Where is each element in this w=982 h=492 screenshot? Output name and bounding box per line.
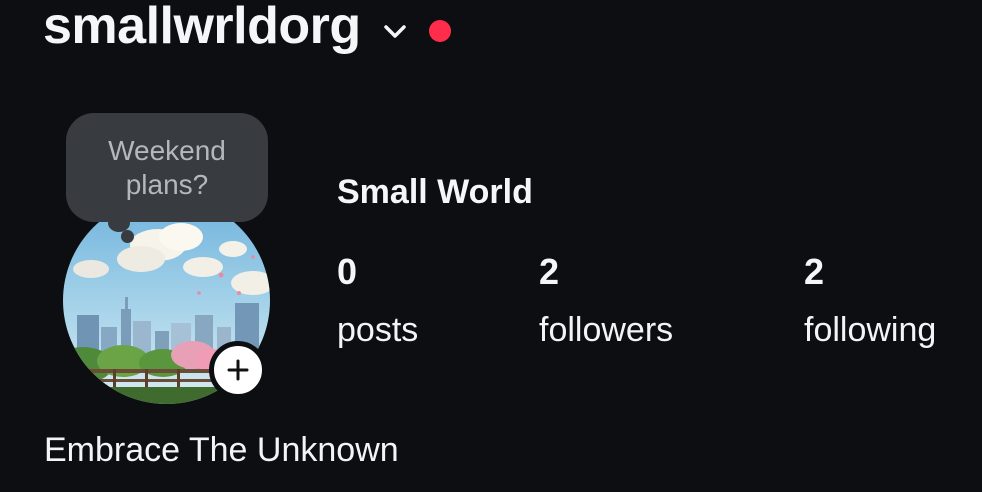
profile-header: smallwrldorg: [43, 0, 451, 58]
username-title[interactable]: smallwrldorg: [43, 0, 361, 58]
display-name: Small World: [337, 173, 533, 211]
chevron-down-icon[interactable]: [381, 17, 409, 45]
notification-dot: [428, 20, 451, 42]
avatar-container: [63, 197, 270, 404]
following-label: following: [804, 311, 937, 349]
followers-label: followers: [539, 311, 674, 349]
followers-count: 2: [539, 251, 560, 292]
profile-bio: Embrace The Unknown: [44, 431, 399, 469]
stat-followers[interactable]: 2 followers: [539, 250, 673, 352]
note-tail-dot: [121, 230, 134, 243]
add-story-button[interactable]: [209, 341, 267, 399]
posts-label: posts: [337, 311, 419, 349]
plus-icon: [227, 359, 249, 381]
note-text: Weekend plans?: [108, 134, 226, 200]
note-bubble[interactable]: Weekend plans?: [66, 113, 268, 222]
stat-posts[interactable]: 0 posts: [337, 250, 418, 352]
posts-count: 0: [337, 251, 358, 292]
following-count: 2: [804, 251, 825, 292]
stat-following[interactable]: 2 following: [804, 250, 936, 352]
